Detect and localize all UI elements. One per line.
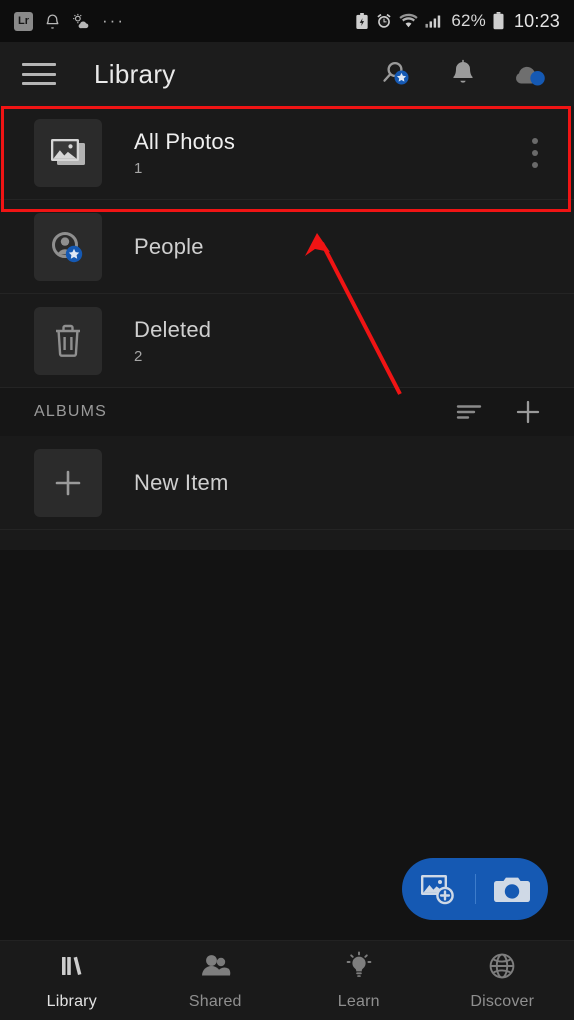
list-item-count: 2 [134, 348, 143, 366]
status-bar-left: Lr ··· [14, 11, 125, 31]
photo-stack-icon [34, 118, 102, 187]
list-item-deleted[interactable]: Deleted 2 [0, 294, 574, 388]
status-bar: Lr ··· 62% 10:23 [0, 0, 574, 42]
list-item-title: People [134, 233, 204, 259]
search-premium-icon[interactable] [378, 55, 416, 93]
library-list: All Photos 1 People Deleted 2 ALBUMS New… [0, 106, 574, 550]
list-item-title: New Item [134, 469, 229, 495]
albums-header-label: ALBUMS [34, 403, 107, 420]
nav-item-shared[interactable]: Shared [144, 951, 288, 1011]
add-photo-button[interactable] [402, 871, 475, 907]
globe-icon [487, 951, 517, 986]
hamburger-menu-icon[interactable] [22, 63, 56, 85]
list-item-people[interactable]: People [0, 200, 574, 294]
nav-label-shared: Shared [188, 992, 242, 1010]
status-overflow-icon: ··· [102, 11, 125, 30]
plus-icon[interactable] [512, 396, 544, 428]
list-item-text: People [134, 233, 204, 261]
sort-lines-icon[interactable] [454, 396, 486, 428]
bell-icon [44, 13, 61, 30]
person-premium-icon [34, 212, 102, 281]
albums-header-actions [454, 396, 544, 428]
cloud-sync-icon[interactable] [510, 55, 548, 93]
nav-label-learn: Learn [337, 992, 380, 1010]
app-bar-actions [378, 55, 574, 93]
nav-item-learn[interactable]: Learn [287, 950, 431, 1011]
trash-icon [34, 306, 102, 375]
nav-label-discover: Discover [470, 992, 535, 1010]
app-screen: Lr ··· 62% 10:23 Library All Photos 1 Pe… [0, 0, 574, 1020]
bottom-navigation: Library Shared Learn Discover [0, 940, 574, 1020]
list-item-all-photos[interactable]: All Photos 1 [0, 106, 574, 200]
albums-section-header: ALBUMS [0, 388, 574, 436]
list-item-title: Deleted [134, 316, 212, 342]
battery-saver-icon [355, 12, 369, 30]
nav-label-library: Library [46, 992, 97, 1010]
page-title: Library [94, 58, 176, 89]
notifications-bell-icon[interactable] [444, 55, 482, 93]
overflow-menu-icon[interactable] [532, 137, 538, 168]
battery-percent-label: 62% [451, 11, 486, 30]
plus-icon [34, 448, 102, 517]
create-fab[interactable] [402, 858, 548, 920]
wifi-icon [399, 13, 418, 29]
alarm-icon [376, 13, 392, 29]
list-item-new-item[interactable]: New Item [0, 436, 574, 530]
battery-icon [493, 12, 504, 30]
nav-item-discover[interactable]: Discover [431, 951, 574, 1011]
list-item-text: New Item [134, 469, 229, 497]
camera-button[interactable] [476, 873, 549, 905]
list-bottom-padding [0, 530, 574, 550]
lightbulb-icon [344, 950, 374, 986]
lightroom-app-icon: Lr [14, 11, 33, 31]
nav-item-library[interactable]: Library [0, 951, 144, 1011]
app-bar: Library [0, 42, 574, 106]
list-item-title: All Photos [134, 128, 236, 154]
clock-label: 10:23 [513, 10, 560, 31]
books-icon [57, 951, 87, 986]
people-icon [199, 951, 231, 986]
signal-icon [425, 13, 444, 29]
list-item-text: Deleted 2 [134, 316, 211, 366]
weather-icon [72, 13, 91, 30]
status-bar-right: 62% 10:23 [355, 11, 560, 32]
list-item-text: All Photos 1 [134, 128, 235, 178]
list-item-count: 1 [134, 160, 143, 178]
